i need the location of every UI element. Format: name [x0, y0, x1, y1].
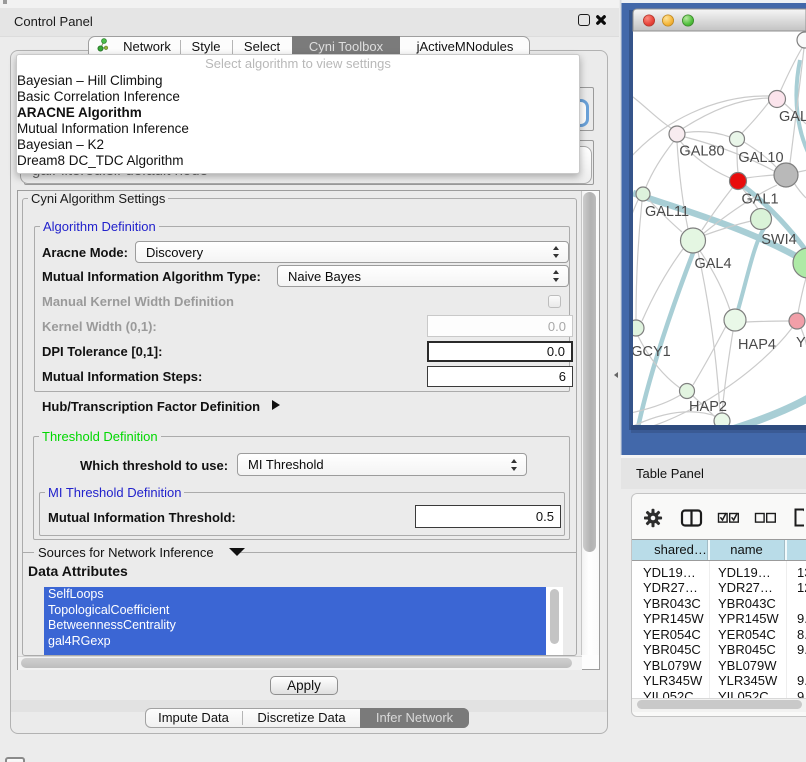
svg-text:GAL7: GAL7 [779, 109, 806, 125]
svg-text:GAL80: GAL80 [679, 144, 724, 160]
svg-text:GAL10: GAL10 [738, 150, 783, 166]
svg-text:GCY1: GCY1 [631, 344, 671, 360]
svg-text:HAP4: HAP4 [738, 337, 776, 353]
svg-text:HAP2: HAP2 [689, 399, 727, 415]
svg-text:GAL11: GAL11 [645, 204, 689, 220]
svg-text:SWI4: SWI4 [761, 232, 796, 248]
svg-text:GAL4: GAL4 [694, 256, 731, 272]
svg-text:GAL1: GAL1 [741, 192, 778, 208]
svg-text:YJ: YJ [796, 335, 806, 351]
